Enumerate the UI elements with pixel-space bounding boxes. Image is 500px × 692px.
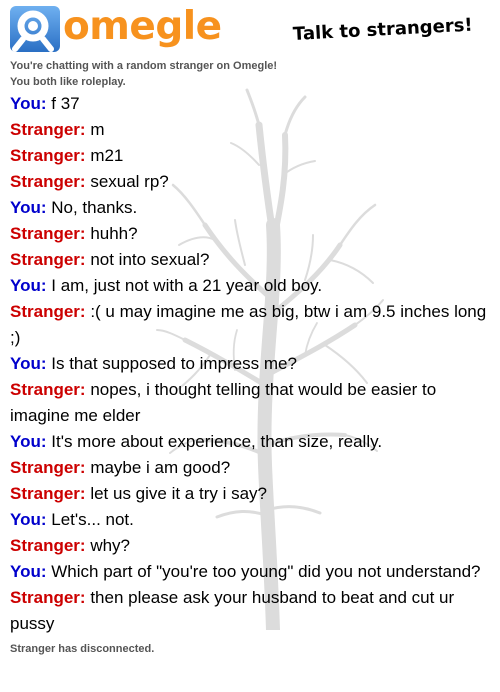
stranger-label: Stranger: bbox=[10, 536, 86, 555]
status-connected: You're chatting with a random stranger o… bbox=[10, 60, 278, 72]
you-label: You: bbox=[10, 562, 47, 581]
message-text: m21 bbox=[90, 146, 124, 165]
stranger-label: Stranger: bbox=[10, 146, 86, 165]
message-text: f 37 bbox=[51, 94, 80, 113]
stranger-label: Stranger: bbox=[10, 484, 86, 503]
chat-message-stranger: Stranger: nopes, i thought telling that … bbox=[10, 377, 494, 429]
omegle-logo-icon bbox=[10, 6, 60, 52]
message-text: No, thanks. bbox=[51, 198, 138, 217]
omegle-logo[interactable]: omegle bbox=[9, 4, 239, 54]
chat-message-stranger: Stranger: why? bbox=[10, 533, 494, 559]
message-text: why? bbox=[90, 536, 130, 555]
stranger-label: Stranger: bbox=[10, 120, 86, 139]
you-label: You: bbox=[10, 198, 47, 217]
chat-message-you: You: f 37 bbox=[10, 91, 494, 117]
chat-message-you: You: No, thanks. bbox=[10, 195, 494, 221]
chat-message-stranger: Stranger: maybe i am good? bbox=[10, 455, 494, 481]
message-list: You: f 37 Stranger: m Stranger: m21 Strange… bbox=[10, 91, 494, 637]
you-label: You: bbox=[10, 94, 47, 113]
message-text: m bbox=[90, 120, 105, 139]
message-text: sexual rp? bbox=[90, 172, 169, 191]
stranger-label: Stranger: bbox=[10, 458, 86, 477]
you-label: You: bbox=[10, 510, 47, 529]
chat-message-stranger: Stranger: not into sexual? bbox=[10, 247, 494, 273]
stranger-label: Stranger: bbox=[10, 302, 86, 321]
status-common-interest: You both like roleplay. bbox=[10, 76, 126, 88]
you-label: You: bbox=[10, 354, 47, 373]
chat-message-you: You: Is that supposed to impress me? bbox=[10, 351, 494, 377]
message-text: Which part of "you're too young" did you… bbox=[51, 562, 481, 581]
message-text: maybe i am good? bbox=[90, 458, 231, 477]
logo-text: omegle bbox=[63, 3, 222, 49]
you-label: You: bbox=[10, 276, 47, 295]
header: omegle Talk to strangers! bbox=[0, 0, 500, 58]
chat-message-stranger: Stranger: sexual rp? bbox=[10, 169, 494, 195]
message-text: let us give it a try i say? bbox=[90, 484, 267, 503]
chat-message-stranger: Stranger: then please ask your husband t… bbox=[10, 585, 494, 637]
stranger-label: Stranger: bbox=[10, 588, 86, 607]
stranger-label: Stranger: bbox=[10, 250, 86, 269]
chat-message-you: You: Let's... not. bbox=[10, 507, 494, 533]
chat-message-stranger: Stranger: huhh? bbox=[10, 221, 494, 247]
chat-message-you: You: I am, just not with a 21 year old b… bbox=[10, 273, 494, 299]
message-text: It's more about experience, than size, r… bbox=[51, 432, 383, 451]
you-label: You: bbox=[10, 432, 47, 451]
message-text: Let's... not. bbox=[51, 510, 134, 529]
chat-message-stranger: Stranger: m21 bbox=[10, 143, 494, 169]
chat-message-stranger: Stranger: let us give it a try i say? bbox=[10, 481, 494, 507]
message-text: not into sexual? bbox=[90, 250, 210, 269]
stranger-label: Stranger: bbox=[10, 224, 86, 243]
message-text: huhh? bbox=[90, 224, 138, 243]
chat-page: omegle Talk to strangers! You're chattin… bbox=[0, 0, 500, 692]
chat-message-stranger: Stranger: :( u may imagine me as big, bt… bbox=[10, 299, 494, 351]
stranger-label: Stranger: bbox=[10, 380, 86, 399]
chat-log: You're chatting with a random stranger o… bbox=[10, 58, 494, 657]
message-text: I am, just not with a 21 year old boy. bbox=[51, 276, 323, 295]
chat-message-you: You: Which part of "you're too young" di… bbox=[10, 559, 494, 585]
tagline: Talk to strangers! bbox=[292, 14, 474, 45]
stranger-label: Stranger: bbox=[10, 172, 86, 191]
status-disconnected: Stranger has disconnected. bbox=[10, 643, 155, 655]
chat-message-stranger: Stranger: m bbox=[10, 117, 494, 143]
message-text: Is that supposed to impress me? bbox=[51, 354, 297, 373]
chat-message-you: You: It's more about experience, than si… bbox=[10, 429, 494, 455]
